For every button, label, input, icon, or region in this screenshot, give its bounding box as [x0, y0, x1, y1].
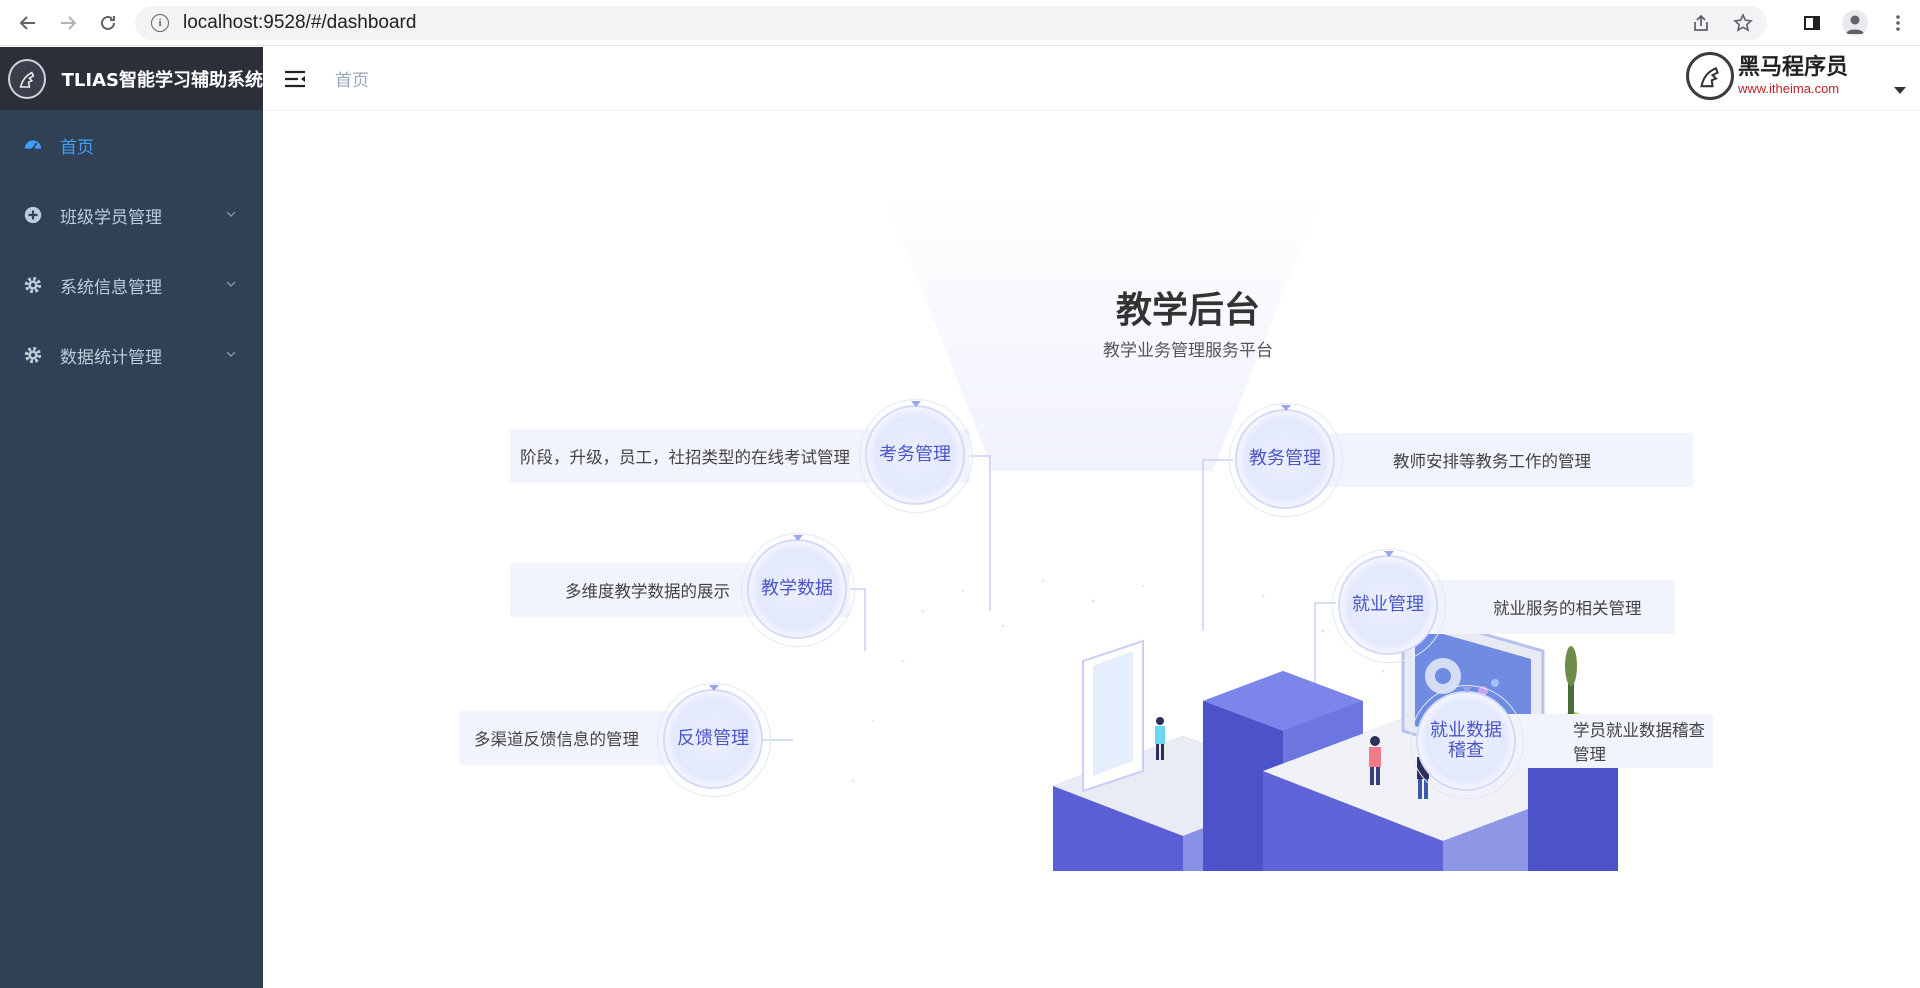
person-icon [1846, 15, 1864, 34]
brand-title: TLIAS智能学习辅助系统 [61, 69, 263, 91]
gear-icon [22, 344, 44, 366]
sidebar-item-label: 数据统计管理 [60, 347, 162, 368]
forward-button[interactable] [48, 3, 88, 43]
reload-button[interactable] [88, 3, 128, 43]
url-text[interactable]: localhost:9528/#/dashboard [183, 12, 416, 34]
info-icon[interactable]: i [151, 14, 169, 32]
kebab-menu-icon[interactable] [1888, 13, 1908, 33]
sidebar-item-data-stats[interactable]: 数据统计管理 [0, 320, 263, 390]
node-feedback-management[interactable]: 反馈管理 [657, 683, 771, 797]
breadcrumb: 首页 [335, 71, 369, 91]
node-employment-audit[interactable]: 就业数据 稽查 [1410, 685, 1524, 799]
chevron-down-icon [226, 351, 236, 357]
brand[interactable]: TLIAS智能学习辅助系统 [0, 47, 263, 110]
node-employment-management[interactable]: 就业管理 [1332, 549, 1446, 663]
sidebar-item-system-info[interactable]: 系统信息管理 [0, 250, 263, 320]
node-academic-management[interactable]: 教务管理 [1229, 403, 1343, 517]
browser-toolbar: i localhost:9528/#/dashboard [0, 0, 1920, 46]
dashboard: 教学后台 教学业务管理服务平台 阶段，升级，员工，社招类型的在线考试管理 多维度… [263, 111, 1920, 988]
node-label-line2: 稽查 [1448, 740, 1484, 761]
share-icon[interactable] [1691, 13, 1711, 33]
dashboard-icon [22, 134, 44, 156]
sidebar-item-label: 班级学员管理 [60, 207, 162, 228]
sidebar-item-label: 首页 [60, 137, 94, 158]
brand-site: www.itheima.com [1737, 81, 1840, 96]
module-desc: 学员就业数据稽查管理 [1573, 721, 1705, 764]
user-dropdown[interactable]: 黑马程序员 www.itheima.com [1685, 52, 1848, 100]
node-label: 考务管理 [879, 444, 951, 466]
hamburger-icon[interactable] [283, 67, 307, 91]
chevron-down-icon [226, 211, 236, 217]
module-desc: 多维度教学数据的展示 [565, 582, 730, 601]
node-label: 反馈管理 [677, 728, 749, 750]
back-button[interactable] [8, 3, 48, 43]
node-label: 就业数据 稽查 [1430, 721, 1502, 761]
navbar: 首页 黑马程序员 www.itheima.com [263, 47, 1920, 111]
sidebar-item-class-student[interactable]: 班级学员管理 [0, 180, 263, 250]
arrow-right-icon [61, 15, 77, 30]
module-desc: 多渠道反馈信息的管理 [474, 730, 639, 749]
star-icon[interactable] [1733, 13, 1753, 33]
sidebar-item-label: 系统信息管理 [60, 277, 162, 298]
horse-logo-icon [8, 58, 46, 99]
module-desc: 阶段，升级，员工，社招类型的在线考试管理 [520, 448, 850, 467]
side-panel-icon[interactable] [1802, 13, 1822, 33]
gear-icon [22, 274, 44, 296]
node-label: 就业管理 [1352, 594, 1424, 616]
node-label-line1: 就业数据 [1430, 720, 1502, 742]
profile-avatar[interactable] [1842, 10, 1868, 36]
sidebar-item-home[interactable]: 首页 [0, 110, 263, 180]
arrow-left-icon [19, 15, 35, 30]
horse-logo-icon [1685, 52, 1734, 100]
caret-down-icon[interactable] [1894, 87, 1906, 94]
module-desc: 教师安排等教务工作的管理 [1393, 452, 1591, 471]
plus-circle-icon [22, 204, 44, 226]
module-desc: 就业服务的相关管理 [1493, 599, 1642, 618]
node-label: 教学数据 [761, 578, 833, 600]
sidebar: TLIAS智能学习辅助系统 首页 班级学员管理 系统信息管理 数据统计管理 [0, 47, 263, 988]
node-label: 教务管理 [1249, 448, 1321, 470]
sidebar-menu: 首页 班级学员管理 系统信息管理 数据统计管理 [0, 110, 263, 390]
node-exam-management[interactable]: 考务管理 [859, 399, 973, 513]
address-bar[interactable]: i localhost:9528/#/dashboard [135, 6, 1767, 40]
reload-icon [101, 15, 115, 30]
node-teaching-data[interactable]: 教学数据 [741, 533, 855, 647]
chevron-down-icon [226, 281, 236, 287]
brand-name: 黑马程序员 [1737, 55, 1848, 80]
